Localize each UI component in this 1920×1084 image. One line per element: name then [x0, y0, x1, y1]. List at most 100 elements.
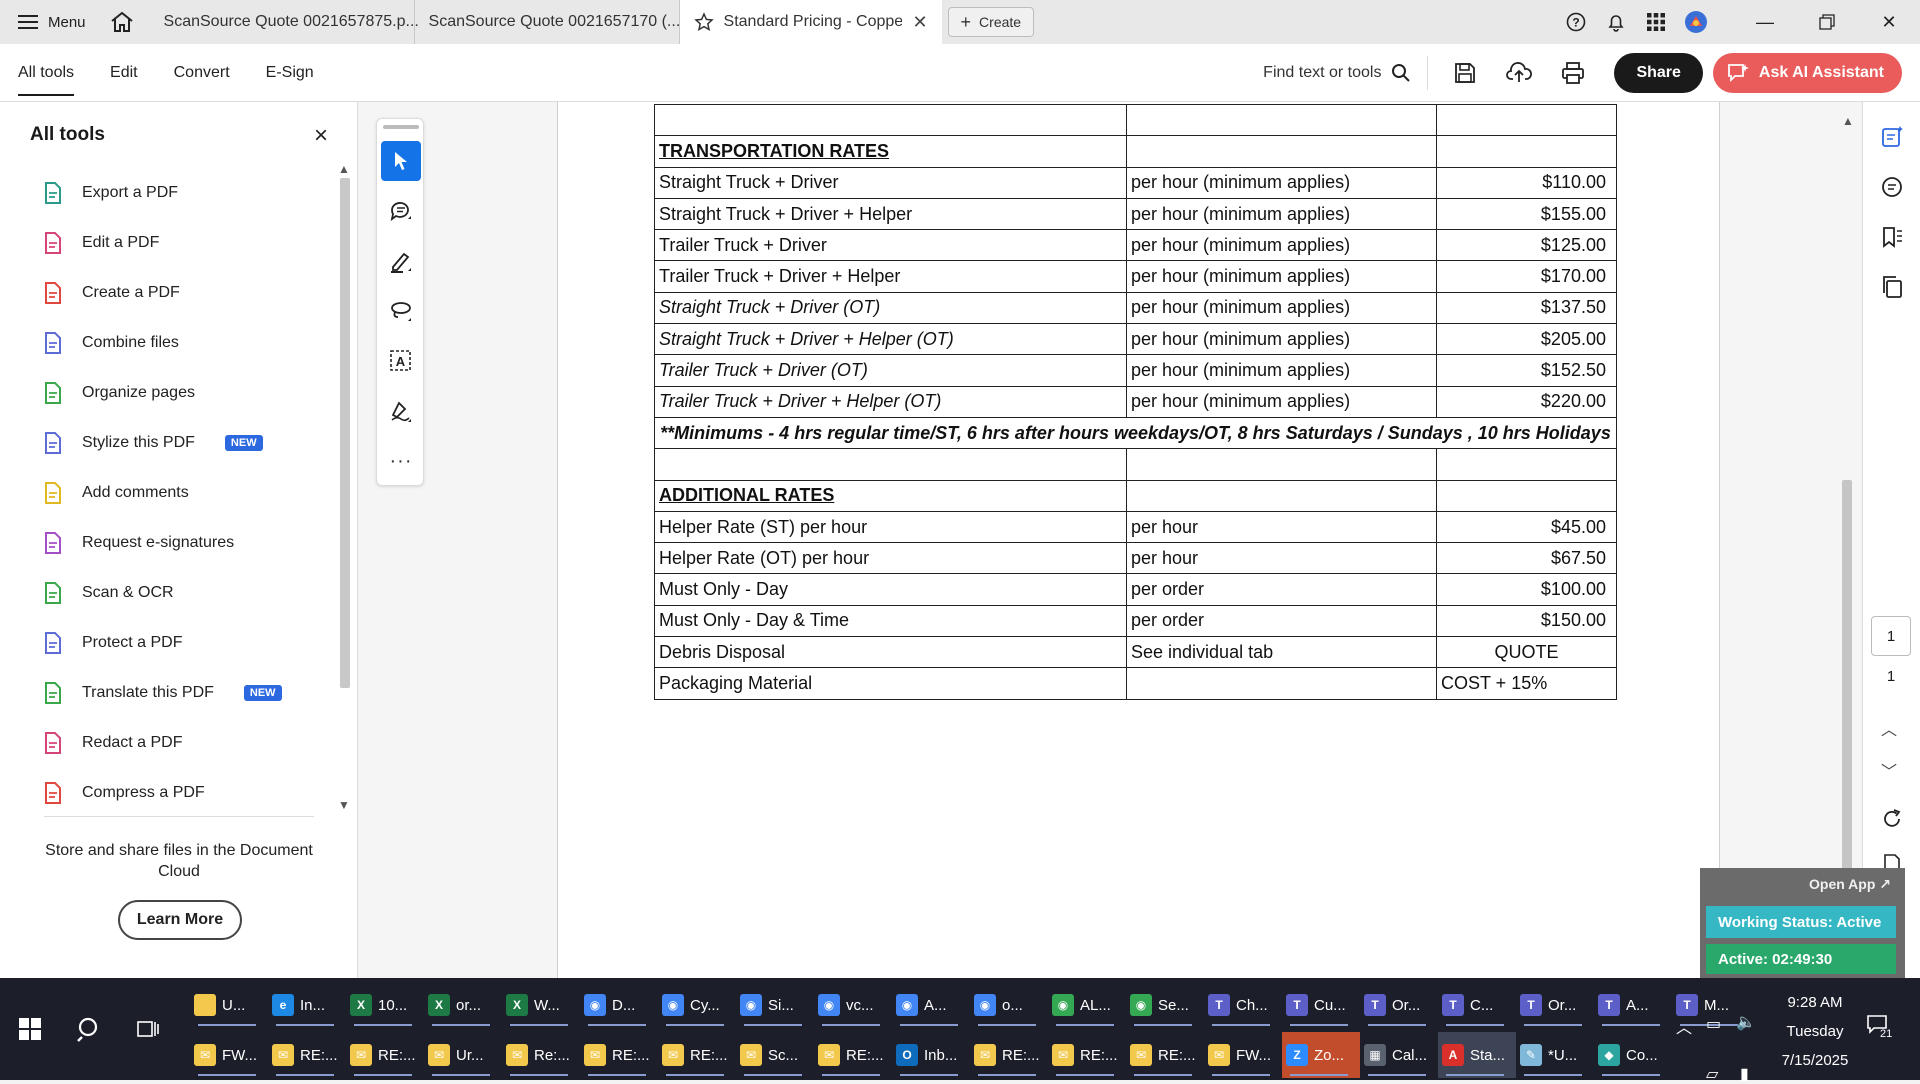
taskbar-app-button[interactable]: T A...: [1594, 982, 1672, 1028]
document-scrollbar[interactable]: ▲: [1840, 110, 1854, 870]
microphone-icon[interactable]: ▮: [1740, 1064, 1749, 1084]
volume-icon[interactable]: 🔈: [1736, 1012, 1756, 1032]
tool-item[interactable]: Add comments: [0, 468, 332, 518]
pages-rail-button[interactable]: [1879, 274, 1905, 300]
star-icon[interactable]: [693, 12, 714, 32]
tab-e-sign[interactable]: E-Sign: [248, 44, 332, 102]
taskbar-app-button[interactable]: ◉ Si...: [736, 982, 814, 1028]
taskbar-app-button[interactable]: ◉ Cy...: [658, 982, 736, 1028]
find-tools-search[interactable]: Find text or tools: [1263, 55, 1429, 90]
comment-tool-button[interactable]: [381, 191, 421, 231]
tool-item[interactable]: Organize pages: [0, 368, 332, 418]
close-window-button[interactable]: ✕: [1858, 0, 1920, 44]
taskbar-search-button[interactable]: [66, 978, 114, 1080]
tab-convert[interactable]: Convert: [156, 44, 248, 102]
menu-button[interactable]: Menu: [0, 0, 100, 44]
taskbar-app-button[interactable]: ✉ FW...: [1204, 1032, 1282, 1078]
taskbar-app-button[interactable]: X 10...: [346, 982, 424, 1028]
tool-item[interactable]: Export a PDF: [0, 168, 332, 218]
tab-standard-pricing[interactable]: Standard Pricing - Coppe... ✕: [679, 0, 942, 44]
taskbar-app-button[interactable]: ✉ Re:...: [502, 1032, 580, 1078]
tool-item[interactable]: Compress a PDF: [0, 768, 332, 818]
upload-cloud-button[interactable]: [1492, 44, 1546, 102]
current-page-input[interactable]: 1: [1871, 616, 1911, 656]
taskbar-app-button[interactable]: ✉ RE:...: [580, 1032, 658, 1078]
tab-edit[interactable]: Edit: [92, 44, 156, 102]
print-button[interactable]: [1546, 44, 1600, 102]
taskbar-app-button[interactable]: A Sta...: [1438, 1032, 1516, 1078]
taskbar-app-button[interactable]: ✉ FW...: [190, 1032, 268, 1078]
tab-scansource-quote-2[interactable]: ScanSource Quote 0021657170 (...: [415, 0, 680, 44]
next-page-icon[interactable]: ﹀: [1881, 758, 1897, 782]
document-properties-button[interactable]: [1879, 124, 1905, 150]
taskbar-app-button[interactable]: ✉ RE:...: [268, 1032, 346, 1078]
taskbar-app-button[interactable]: ◉ D...: [580, 982, 658, 1028]
taskbar-app-button[interactable]: ✉ RE:...: [1048, 1032, 1126, 1078]
scrollbar-thumb[interactable]: [1842, 480, 1852, 870]
notifications-button[interactable]: [1596, 0, 1636, 44]
taskbar-app-button[interactable]: ◉ vc...: [814, 982, 892, 1028]
tool-item[interactable]: Create a PDF: [0, 268, 332, 318]
select-tool-button[interactable]: [381, 141, 421, 181]
previous-page-icon[interactable]: ︿: [1881, 716, 1897, 740]
network-icon[interactable]: ▱: [1706, 1064, 1718, 1084]
taskbar-app-button[interactable]: T Or...: [1516, 982, 1594, 1028]
bookmarks-rail-button[interactable]: [1879, 224, 1905, 250]
taskbar-app-button[interactable]: ✉ Ur...: [424, 1032, 502, 1078]
tool-item[interactable]: Scan & OCR: [0, 568, 332, 618]
more-tools-button[interactable]: ···: [381, 441, 421, 481]
profile-avatar[interactable]: [1676, 0, 1716, 44]
taskbar-app-button[interactable]: T Or...: [1360, 982, 1438, 1028]
tool-item[interactable]: Combine files: [0, 318, 332, 368]
task-view-button[interactable]: [124, 978, 172, 1080]
system-clock[interactable]: 9:28 AM Tuesday 7/15/2025: [1760, 988, 1870, 1075]
ask-ai-assistant-button[interactable]: Ask AI Assistant: [1712, 52, 1902, 93]
open-app-link[interactable]: Open App ↗: [1809, 876, 1891, 893]
scroll-up-icon[interactable]: ▲: [338, 162, 350, 176]
refresh-button[interactable]: [1879, 806, 1905, 832]
learn-more-button[interactable]: Learn More: [118, 900, 242, 940]
taskbar-app-button[interactable]: ▦ Cal...: [1360, 1032, 1438, 1078]
close-tab-icon[interactable]: ✕: [912, 12, 927, 33]
tab-all-tools[interactable]: All tools: [0, 44, 92, 102]
notification-center-button[interactable]: 21: [1866, 1014, 1892, 1040]
save-button[interactable]: [1438, 44, 1492, 102]
share-button[interactable]: Share: [1614, 52, 1703, 93]
start-button[interactable]: [0, 978, 60, 1080]
text-tool-button[interactable]: A: [381, 341, 421, 381]
taskbar-app-button[interactable]: T Cu...: [1282, 982, 1360, 1028]
tool-item[interactable]: Request e-signatures: [0, 518, 332, 568]
scrollbar-thumb[interactable]: [340, 178, 350, 688]
taskbar-app-button[interactable]: Z Zo...: [1282, 1032, 1360, 1078]
tool-item[interactable]: Stylize this PDF NEW: [0, 418, 332, 468]
create-button[interactable]: + Create: [947, 7, 1035, 37]
apps-button[interactable]: [1636, 0, 1676, 44]
scroll-down-icon[interactable]: ▼: [338, 798, 350, 812]
scroll-up-icon[interactable]: ▲: [1842, 114, 1854, 128]
taskbar-app-button[interactable]: X W...: [502, 982, 580, 1028]
comments-rail-button[interactable]: [1879, 174, 1905, 200]
taskbar-app-button[interactable]: ✉ RE:...: [658, 1032, 736, 1078]
draw-tool-button[interactable]: [381, 291, 421, 331]
tool-item[interactable]: Redact a PDF: [0, 718, 332, 768]
tool-item[interactable]: Translate this PDF NEW: [0, 668, 332, 718]
sign-tool-button[interactable]: [381, 391, 421, 431]
taskbar-app-button[interactable]: ✉ RE:...: [1126, 1032, 1204, 1078]
taskbar-app-button[interactable]: Xor...: [424, 982, 502, 1028]
home-button[interactable]: [100, 0, 144, 44]
taskbar-app-button[interactable]: T Ch...: [1204, 982, 1282, 1028]
highlight-tool-button[interactable]: [381, 241, 421, 281]
close-panel-icon[interactable]: ×: [314, 122, 328, 150]
taskbar-app-button[interactable]: U...: [190, 982, 268, 1028]
taskbar-app-button[interactable]: ◉ AL...: [1048, 982, 1126, 1028]
taskbar-app-button[interactable]: T C...: [1438, 982, 1516, 1028]
restore-button[interactable]: [1796, 0, 1858, 44]
tab-scansource-quote-1[interactable]: ScanSource Quote 0021657875.p...: [150, 0, 419, 44]
taskbar-app-button[interactable]: O Inb...: [892, 1032, 970, 1078]
taskbar-app-button[interactable]: ✉ RE:...: [970, 1032, 1048, 1078]
tool-item[interactable]: Protect a PDF: [0, 618, 332, 668]
tool-item[interactable]: Edit a PDF: [0, 218, 332, 268]
taskbar-app-button[interactable]: ✉ RE:...: [346, 1032, 424, 1078]
show-hidden-icons[interactable]: ︿: [1676, 1014, 1692, 1038]
drag-handle[interactable]: [383, 125, 419, 129]
